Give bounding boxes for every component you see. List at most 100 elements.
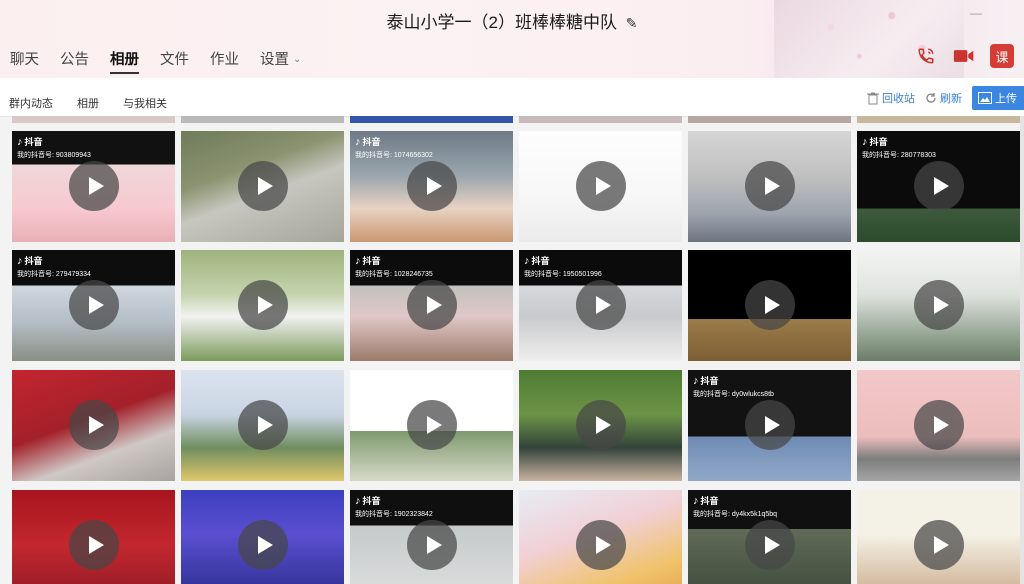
- video-thumbnail[interactable]: [688, 131, 851, 242]
- video-thumbnail[interactable]: ♪ 抖音我的抖音号: 279479334: [12, 250, 175, 361]
- phone-icon[interactable]: [914, 44, 938, 68]
- partial-thumbnail[interactable]: [12, 116, 175, 123]
- video-thumbnail[interactable]: ♪ 抖音我的抖音号: 1028246735: [350, 250, 513, 361]
- douyin-id-text: 我的抖音号: 1028246735: [355, 271, 433, 278]
- video-thumbnail[interactable]: ♪ 抖音我的抖音号: 903809943: [12, 131, 175, 242]
- video-thumbnail[interactable]: [181, 131, 344, 242]
- play-icon[interactable]: [238, 520, 288, 570]
- video-thumbnail[interactable]: ♪ 抖音 我的抖音号: 280778303: [857, 131, 1020, 242]
- video-thumbnail[interactable]: [857, 250, 1020, 361]
- partial-thumbnail[interactable]: [519, 116, 682, 123]
- video-thumbnail[interactable]: [181, 490, 344, 584]
- douyin-id-text: 我的抖音号: 279479334: [17, 271, 91, 278]
- group-title: 泰山小学一（2）班棒棒糖中队 ✎: [0, 8, 1024, 33]
- douyin-watermark: ♪ 抖音: [355, 135, 381, 148]
- video-thumbnail[interactable]: [857, 370, 1020, 481]
- play-icon[interactable]: [69, 161, 119, 211]
- play-icon[interactable]: [745, 280, 795, 330]
- subtab-album[interactable]: 相册: [77, 95, 99, 111]
- video-thumbnail[interactable]: [519, 131, 682, 242]
- play-icon[interactable]: [914, 400, 964, 450]
- recycle-bin-button[interactable]: 回收站: [867, 90, 915, 106]
- douyin-watermark: ♪ 抖音: [693, 494, 719, 507]
- partial-thumbnail[interactable]: [181, 116, 344, 123]
- tab-homework[interactable]: 作业: [210, 48, 239, 76]
- play-icon[interactable]: [69, 400, 119, 450]
- video-thumbnail[interactable]: ♪ 抖音 我的抖音号: dy0wlukcs8tb: [688, 370, 851, 481]
- scrollbar[interactable]: [1020, 116, 1024, 584]
- video-thumbnail[interactable]: [519, 490, 682, 584]
- douyin-watermark: ♪ 抖音: [524, 254, 550, 267]
- recycle-bin-label: 回收站: [882, 93, 915, 105]
- video-thumbnail[interactable]: ♪ 抖音 我的抖音号: dy4kx5k1q5bq: [688, 490, 851, 584]
- douyin-watermark: ♪ 抖音: [693, 374, 719, 387]
- partial-thumbnail[interactable]: [857, 116, 1020, 123]
- play-icon[interactable]: [69, 280, 119, 330]
- douyin-watermark: ♪ 抖音: [355, 254, 381, 267]
- play-icon[interactable]: [238, 280, 288, 330]
- tab-announcement[interactable]: 公告: [60, 48, 89, 76]
- video-thumbnail[interactable]: [350, 370, 513, 481]
- subtab-related-to-me[interactable]: 与我相关: [123, 95, 167, 111]
- douyin-logo-icon: ♪: [17, 135, 23, 148]
- play-icon[interactable]: [745, 520, 795, 570]
- play-icon[interactable]: [576, 280, 626, 330]
- douyin-logo-icon: ♪: [355, 135, 361, 148]
- video-thumbnail[interactable]: [688, 250, 851, 361]
- douyin-id-text: 我的抖音号: 1074656302: [355, 152, 433, 159]
- tab-settings[interactable]: 设置 ⌄: [260, 48, 301, 76]
- douyin-id-text: 我的抖音号: 1902323842: [355, 511, 433, 518]
- douyin-brand-text: 抖音: [24, 256, 43, 266]
- call-toolbar: 课: [914, 44, 1014, 68]
- video-thumbnail[interactable]: [181, 250, 344, 361]
- play-icon[interactable]: [238, 400, 288, 450]
- video-thumbnail[interactable]: [12, 490, 175, 584]
- album-grid: ♪ 抖音 我的抖音号: 903809943 ♪ 抖音 我的抖音号: 1074656302 ♪…: [0, 116, 1024, 584]
- minimize-button[interactable]: —: [966, 6, 986, 20]
- partial-thumbnail[interactable]: [350, 116, 513, 123]
- chevron-down-icon: ⌄: [293, 54, 302, 65]
- play-icon[interactable]: [238, 161, 288, 211]
- play-icon[interactable]: [914, 161, 964, 211]
- video-thumbnail[interactable]: [12, 370, 175, 481]
- tab-chat[interactable]: 聊天: [10, 48, 39, 76]
- douyin-watermark: ♪ 抖音: [17, 135, 43, 148]
- douyin-watermark: ♪ 抖音: [862, 135, 888, 148]
- play-icon[interactable]: [407, 520, 457, 570]
- video-thumbnail[interactable]: [857, 490, 1020, 584]
- douyin-id-text: 我的抖音号: 903809943: [17, 152, 91, 159]
- play-icon[interactable]: [576, 400, 626, 450]
- course-icon[interactable]: 课: [990, 44, 1014, 68]
- play-icon[interactable]: [576, 520, 626, 570]
- play-icon[interactable]: [745, 161, 795, 211]
- douyin-brand-text: 抖音: [531, 256, 550, 266]
- video-thumbnail[interactable]: ♪ 抖音我的抖音号: 1902323842: [350, 490, 513, 584]
- play-icon[interactable]: [407, 280, 457, 330]
- play-icon[interactable]: [407, 400, 457, 450]
- video-thumbnail[interactable]: [519, 370, 682, 481]
- play-icon[interactable]: [69, 520, 119, 570]
- pencil-icon[interactable]: ✎: [626, 15, 638, 31]
- douyin-brand-text: 抖音: [700, 496, 719, 506]
- tab-album[interactable]: 相册: [110, 48, 139, 76]
- album-subtabs: 群内动态 相册 与我相关: [9, 95, 191, 111]
- refresh-button[interactable]: 刷新: [925, 90, 962, 106]
- partial-thumbnail[interactable]: [688, 116, 851, 123]
- douyin-logo-icon: ♪: [355, 254, 361, 267]
- tab-files[interactable]: 文件: [160, 48, 189, 76]
- video-thumbnail[interactable]: ♪ 抖音 我的抖音号: 1950501996: [519, 250, 682, 361]
- douyin-watermark: ♪ 抖音: [17, 254, 43, 267]
- upload-button[interactable]: 上传: [972, 86, 1024, 110]
- play-icon[interactable]: [407, 161, 457, 211]
- play-icon[interactable]: [576, 161, 626, 211]
- refresh-label: 刷新: [940, 93, 962, 105]
- play-icon[interactable]: [914, 280, 964, 330]
- douyin-watermark: ♪ 抖音: [355, 494, 381, 507]
- video-thumbnail[interactable]: ♪ 抖音我的抖音号: 1074656302: [350, 131, 513, 242]
- play-icon[interactable]: [745, 400, 795, 450]
- subtab-group-activity[interactable]: 群内动态: [9, 95, 53, 111]
- video-icon[interactable]: [952, 44, 976, 68]
- play-icon[interactable]: [914, 520, 964, 570]
- video-thumbnail[interactable]: [181, 370, 344, 481]
- douyin-logo-icon: ♪: [17, 254, 23, 267]
